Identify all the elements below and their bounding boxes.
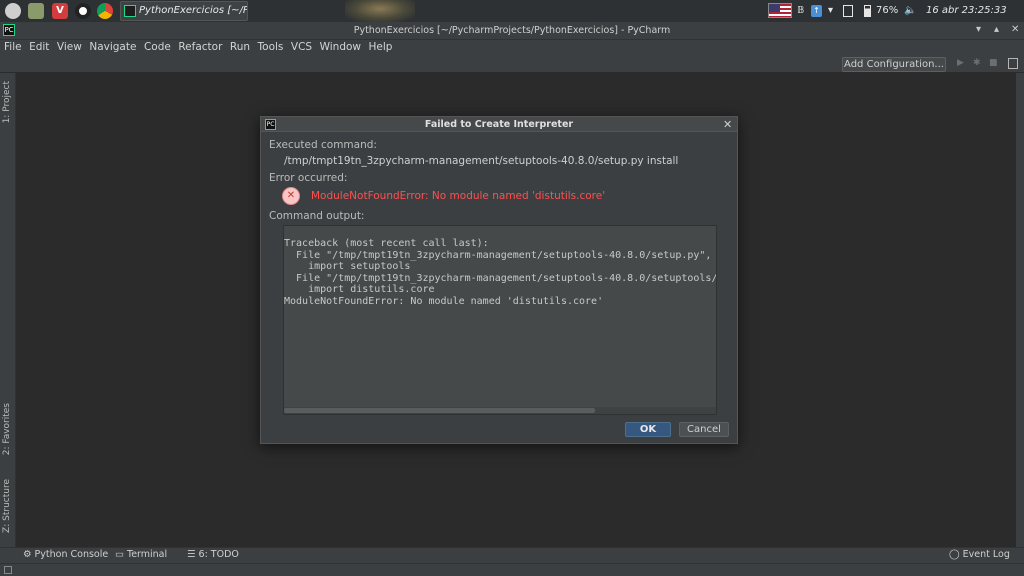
- menu-file[interactable]: File: [4, 40, 22, 55]
- close-window-icon[interactable]: ✕: [1011, 24, 1019, 35]
- menu-code[interactable]: Code: [144, 40, 171, 55]
- tab-terminal[interactable]: ▭ Terminal: [115, 549, 167, 560]
- maximize-icon[interactable]: ▴: [994, 24, 999, 35]
- pycharm-logo-icon: PC: [265, 119, 276, 130]
- horizontal-scrollbar-thumb[interactable]: [284, 408, 595, 413]
- battery-icon[interactable]: [864, 5, 871, 17]
- command-output-text: Traceback (most recent call last): File …: [284, 238, 717, 307]
- failed-interpreter-dialog: Failed to Create Interpreter PC ✕ Execut…: [260, 116, 738, 444]
- battery-percent: 76%: [876, 5, 899, 16]
- executed-command: /tmp/tmpt19tn_3zpycharm-management/setup…: [284, 155, 679, 167]
- menu-help[interactable]: Help: [369, 40, 393, 55]
- wifi-icon[interactable]: ▾: [828, 0, 833, 22]
- menu-navigate[interactable]: Navigate: [89, 40, 136, 55]
- menu-refactor[interactable]: Refactor: [178, 40, 222, 55]
- command-output-area[interactable]: Traceback (most recent call last): File …: [283, 225, 717, 415]
- output-line: import distutils.core: [284, 284, 435, 295]
- pycharm-icon: [124, 5, 136, 17]
- pycharm-logo-icon: PC: [3, 24, 15, 36]
- dialog-title: Failed to Create Interpreter: [424, 119, 574, 130]
- menu-icon[interactable]: [5, 3, 21, 19]
- search-everywhere-icon[interactable]: [1008, 58, 1018, 69]
- menu-run[interactable]: Run: [230, 40, 250, 55]
- tab-python-console[interactable]: ⚙ Python Console: [23, 549, 108, 560]
- tab-event-log[interactable]: ◯ Event Log: [949, 549, 1010, 560]
- vivaldi-icon[interactable]: V: [52, 3, 68, 19]
- tab-favorites[interactable]: 2: Favorites: [2, 403, 12, 455]
- us-flag-icon[interactable]: [768, 3, 792, 18]
- ok-button[interactable]: OK: [625, 422, 671, 437]
- clipboard-icon[interactable]: [843, 5, 853, 17]
- command-output-label: Command output:: [269, 210, 365, 222]
- output-line: File "/tmp/tmpt19tn_3zpycharm-management…: [284, 272, 717, 284]
- output-line: File "/tmp/tmpt19tn_3zpycharm-management…: [284, 249, 717, 261]
- left-tool-stripe: 1: Project 2: Favorites Z: Structure: [0, 73, 16, 547]
- status-bar: [0, 563, 1024, 576]
- output-line: import setuptools: [284, 261, 411, 272]
- output-line: ModuleNotFoundError: No module named 'di…: [284, 295, 604, 307]
- menu-bar: File Edit View Navigate Code Refactor Ru…: [0, 40, 1024, 55]
- menu-window[interactable]: Window: [320, 40, 361, 55]
- error-occurred-label: Error occurred:: [269, 172, 348, 184]
- output-line: Traceback (most recent call last):: [284, 238, 489, 249]
- minimize-icon[interactable]: ▾: [976, 24, 981, 35]
- menu-vcs[interactable]: VCS: [291, 40, 312, 55]
- add-configuration-button[interactable]: Add Configuration...: [842, 57, 946, 72]
- tool-windows-toggle-icon[interactable]: [4, 566, 12, 574]
- run-icon[interactable]: ▶: [957, 58, 964, 68]
- menu-view[interactable]: View: [57, 40, 82, 55]
- taskbar-task-label: PythonExercicios [~/Py...: [139, 5, 248, 16]
- cancel-button[interactable]: Cancel: [679, 422, 729, 437]
- tab-project[interactable]: 1: Project: [2, 81, 12, 123]
- circle-app-icon[interactable]: [75, 3, 91, 19]
- dialog-close-icon[interactable]: ✕: [723, 117, 732, 132]
- tab-structure[interactable]: Z: Structure: [2, 479, 12, 533]
- tab-todo[interactable]: ☰ 6: TODO: [187, 549, 239, 560]
- error-icon: ✕: [282, 187, 300, 205]
- executed-command-label: Executed command:: [269, 139, 377, 151]
- stop-icon[interactable]: ■: [989, 58, 998, 68]
- bluetooth-icon[interactable]: 𝔹: [797, 0, 804, 22]
- right-tool-stripe: [1016, 73, 1024, 547]
- error-message: ModuleNotFoundError: No module named 'di…: [311, 190, 606, 202]
- menu-edit[interactable]: Edit: [29, 40, 49, 55]
- wallpaper-fragment: [345, 0, 415, 22]
- files-icon[interactable]: [28, 3, 44, 19]
- dialog-titlebar[interactable]: Failed to Create Interpreter: [261, 117, 737, 132]
- chrome-icon[interactable]: [97, 3, 113, 19]
- taskbar-task-pycharm[interactable]: PythonExercicios [~/Py...: [120, 1, 248, 21]
- debug-icon[interactable]: ✱: [973, 58, 981, 68]
- window-titlebar: PythonExercicios [~/PycharmProjects/Pyth…: [0, 22, 1024, 40]
- clock[interactable]: 16 abr 23:25:33: [926, 0, 1007, 22]
- window-title: PythonExercicios [~/PycharmProjects/Pyth…: [353, 25, 671, 36]
- volume-icon[interactable]: 🔈: [904, 0, 916, 22]
- network-icon[interactable]: ↑: [811, 5, 822, 17]
- menu-tools[interactable]: Tools: [258, 40, 284, 55]
